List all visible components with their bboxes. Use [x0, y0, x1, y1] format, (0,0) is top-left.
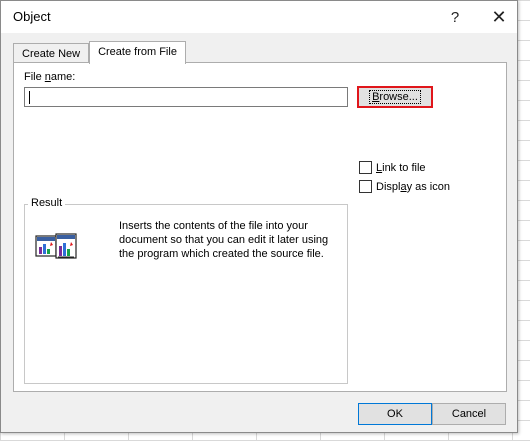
display-as-icon-label: Display as icon: [376, 180, 450, 193]
tab-create-from-file[interactable]: Create from File: [89, 41, 186, 64]
create-from-file-panel: File name: Browse... Link to file Displa…: [13, 62, 507, 392]
result-description: Inserts the contents of the file into yo…: [119, 220, 329, 260]
ok-button[interactable]: OK: [358, 403, 432, 425]
result-legend: Result: [28, 197, 66, 209]
link-to-file-checkbox[interactable]: [359, 161, 372, 174]
dialog-title: Object: [13, 9, 51, 24]
browse-label: Browse...: [369, 90, 421, 104]
link-to-file-option[interactable]: Link to file: [359, 161, 426, 174]
link-to-file-label: Link to file: [376, 161, 426, 174]
document-charts-icon: [35, 233, 77, 259]
tab-strip: Create New Create from File: [13, 41, 186, 64]
display-as-icon-checkbox[interactable]: [359, 180, 372, 193]
result-group: Result Inserts the contents of the file …: [24, 197, 348, 384]
tab-create-new[interactable]: Create New: [13, 43, 90, 64]
titlebar: Object ? ✕: [1, 1, 517, 33]
text-caret: [29, 91, 30, 104]
file-name-label: File name:: [24, 71, 76, 83]
object-dialog: Object ? ✕ Create New Create from File F…: [0, 0, 518, 433]
help-button[interactable]: ?: [441, 5, 469, 29]
browse-button[interactable]: Browse...: [357, 86, 433, 108]
close-button[interactable]: ✕: [485, 5, 513, 29]
cancel-button[interactable]: Cancel: [432, 403, 506, 425]
display-as-icon-option[interactable]: Display as icon: [359, 180, 450, 193]
file-name-input[interactable]: [24, 87, 348, 107]
